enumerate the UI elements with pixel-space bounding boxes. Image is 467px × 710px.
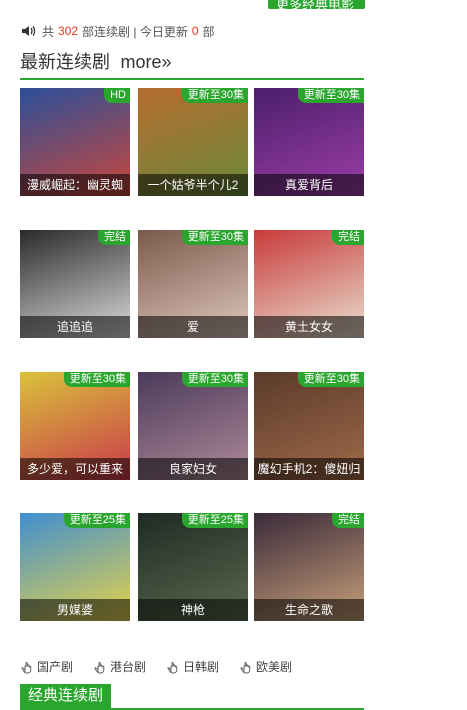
stats-mid: 部连续剧 | 今日更新 <box>82 24 188 39</box>
category-label: 日韩剧 <box>183 660 220 674</box>
status-badge: 更新至30集 <box>181 88 248 103</box>
series-card[interactable]: 更新至30集一个姑爷半个儿2 <box>138 88 248 196</box>
status-badge: 更新至30集 <box>63 372 130 387</box>
series-card[interactable]: 更新至30集多少爱，可以重来 <box>20 372 130 480</box>
section-title: 最新连续剧 <box>20 52 110 72</box>
category-label: 欧美剧 <box>256 660 293 674</box>
series-title[interactable]: 黄土女女 <box>254 316 364 338</box>
hand-pointer-icon <box>240 661 251 673</box>
category-link[interactable]: 欧美剧 <box>239 658 292 675</box>
series-card[interactable]: 更新至30集魔幻手机2：傻妞归 <box>254 372 364 480</box>
category-link[interactable]: 港台剧 <box>93 658 146 675</box>
total-count: 302 <box>58 24 79 38</box>
status-badge: 更新至25集 <box>63 513 130 528</box>
series-title[interactable]: 生命之歌 <box>254 599 364 621</box>
series-card[interactable]: 更新至25集男媒婆 <box>20 513 130 621</box>
series-card[interactable]: 更新至30集真爱背后 <box>254 88 364 196</box>
category-link[interactable]: 国产剧 <box>20 658 73 675</box>
series-title[interactable]: 魔幻手机2：傻妞归 <box>254 458 364 480</box>
series-title[interactable]: 一个姑爷半个儿2 <box>138 174 248 196</box>
series-card[interactable]: HD 漫威崛起：幽灵蜘 <box>20 88 130 196</box>
today-count: 0 <box>191 24 199 38</box>
series-title[interactable]: 多少爱，可以重来 <box>20 458 130 480</box>
status-badge: 更新至30集 <box>181 230 248 245</box>
category-label: 港台剧 <box>110 660 147 674</box>
series-card[interactable]: 更新至30集良家妇女 <box>138 372 248 480</box>
status-badge: HD <box>104 88 130 103</box>
series-card[interactable]: 更新至25集神枪 <box>138 513 248 621</box>
series-title[interactable]: 真爱背后 <box>254 174 364 196</box>
status-badge: 完结 <box>98 230 130 245</box>
series-title[interactable]: 追追追 <box>20 316 130 338</box>
series-title[interactable]: 漫威崛起：幽灵蜘 <box>20 174 130 196</box>
series-card[interactable]: 完结生命之歌 <box>254 513 364 621</box>
classic-series-header: 经典连续剧 <box>20 684 364 710</box>
series-title[interactable]: 爱 <box>138 316 248 338</box>
status-badge: 更新至25集 <box>181 513 248 528</box>
hand-pointer-icon <box>21 661 32 673</box>
latest-series-header: 最新连续剧 more» <box>20 50 364 80</box>
stats-suffix: 部 <box>202 24 215 39</box>
series-card[interactable]: 完结追追追 <box>20 230 130 338</box>
hand-pointer-icon <box>167 661 178 673</box>
status-badge: 更新至30集 <box>181 372 248 387</box>
series-card[interactable]: 更新至30集爱 <box>138 230 248 338</box>
speaker-icon <box>22 26 36 36</box>
status-badge: 完结 <box>332 513 364 528</box>
stats-prefix: 共 <box>42 24 55 39</box>
more-link[interactable]: more» <box>120 52 171 72</box>
category-link[interactable]: 日韩剧 <box>166 658 219 675</box>
status-badge: 更新至30集 <box>297 372 364 387</box>
stats-bar: 共 302 部连续剧 | 今日更新 0 部 <box>20 22 215 40</box>
status-badge: 完结 <box>332 230 364 245</box>
category-label: 国产剧 <box>37 660 74 674</box>
more-movies-button[interactable]: 更多经典电影 <box>268 0 365 9</box>
status-badge: 更新至30集 <box>297 88 364 103</box>
classic-series-title: 经典连续剧 <box>20 684 112 708</box>
series-title[interactable]: 良家妇女 <box>138 458 248 480</box>
category-links: 国产剧 港台剧 日韩剧 欧美剧 <box>20 658 312 675</box>
series-title[interactable]: 男媒婆 <box>20 599 130 621</box>
hand-pointer-icon <box>94 661 105 673</box>
series-title[interactable]: 神枪 <box>138 599 248 621</box>
series-card[interactable]: 完结黄土女女 <box>254 230 364 338</box>
